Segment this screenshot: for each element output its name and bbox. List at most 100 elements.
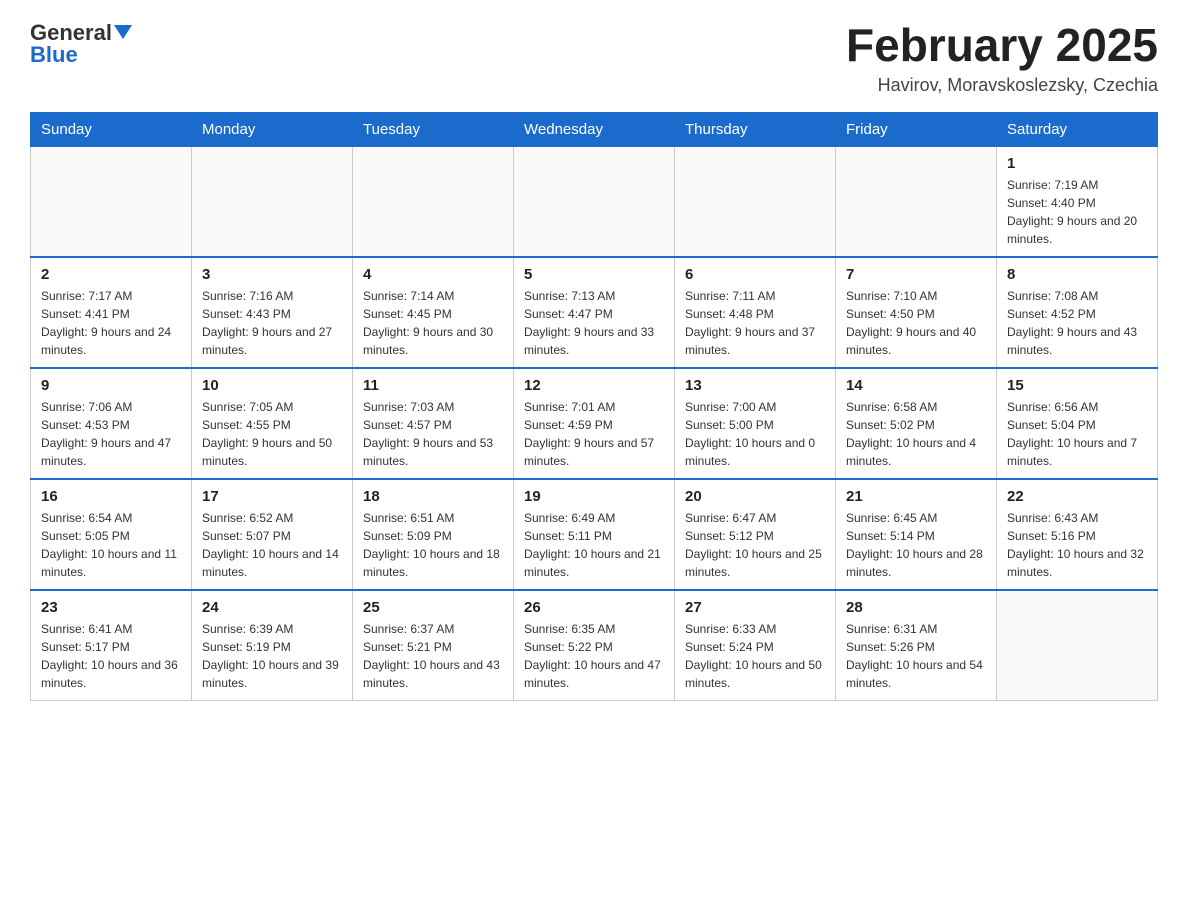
day-info-26: Sunrise: 6:35 AMSunset: 5:22 PMDaylight:… (524, 620, 664, 692)
calendar-cell-w2-d5: 6Sunrise: 7:11 AMSunset: 4:48 PMDaylight… (675, 257, 836, 368)
calendar-cell-w4-d3: 18Sunrise: 6:51 AMSunset: 5:09 PMDayligh… (353, 479, 514, 590)
day-info-21: Sunrise: 6:45 AMSunset: 5:14 PMDaylight:… (846, 509, 986, 581)
calendar-cell-w4-d1: 16 Sunrise: 6:54 AMSunset: 5:05 PMDayligh… (31, 479, 192, 590)
calendar-cell-w1-d5 (675, 146, 836, 257)
calendar-cell-w2-d7: 8 Sunrise: 7:08 AMSunset: 4:52 PMDaylight… (997, 257, 1158, 368)
day-number-28: 28 (846, 599, 986, 616)
weekday-header-monday: Monday (192, 112, 353, 146)
week-row-4: 16 Sunrise: 6:54 AMSunset: 5:05 PMDayligh… (31, 479, 1158, 590)
calendar-cell-w1-d1 (31, 146, 192, 257)
calendar-cell-w1-d7: 1 Sunrise: 7:19 AMSunset: 4:40 PMDaylight… (997, 146, 1158, 257)
calendar-cell-w2-d2: 3 Sunrise: 7:16 AMSunset: 4:43 PMDaylight… (192, 257, 353, 368)
calendar-cell-w5-d5: 27 Sunrise: 6:33 AMSunset: 5:24 PMDayligh… (675, 590, 836, 701)
day-info-22: Sunrise: 6:43 AMSunset: 5:16 PMDaylight:… (1007, 509, 1147, 581)
day-number-20: 20 (685, 488, 825, 505)
day-number-2: 2 (41, 266, 181, 283)
day-info-17: Sunrise: 6:52 AMSunset: 5:07 PMDaylight:… (202, 509, 342, 581)
calendar-cell-w2-d4: 5 Sunrise: 7:13 AMSunset: 4:47 PMDaylight… (514, 257, 675, 368)
day-info-18: Sunrise: 6:51 AMSunset: 5:09 PMDaylight:… (363, 509, 503, 581)
day-info-14: Sunrise: 6:58 AMSunset: 5:02 PMDaylight:… (846, 398, 986, 470)
calendar-cell-w2-d3: 4 Sunrise: 7:14 AMSunset: 4:45 PMDaylight… (353, 257, 514, 368)
day-number-1: 1 (1007, 155, 1147, 172)
calendar-cell-w4-d2: 17 Sunrise: 6:52 AMSunset: 5:07 PMDayligh… (192, 479, 353, 590)
day-number-17: 17 (202, 488, 342, 505)
day-info-11: Sunrise: 7:03 AMSunset: 4:57 PMDaylight:… (363, 398, 503, 470)
day-info-2: Sunrise: 7:17 AMSunset: 4:41 PMDaylight:… (41, 287, 181, 359)
calendar-cell-w4-d4: 19Sunrise: 6:49 AMSunset: 5:11 PMDayligh… (514, 479, 675, 590)
week-row-1: 1 Sunrise: 7:19 AMSunset: 4:40 PMDaylight… (31, 146, 1158, 257)
calendar-cell-w3-d2: 10 Sunrise: 7:05 AMSunset: 4:55 PMDayligh… (192, 368, 353, 479)
calendar-cell-w5-d7 (997, 590, 1158, 701)
day-number-26: 26 (524, 599, 664, 616)
weekday-header-saturday: Saturday (997, 112, 1158, 146)
month-title: February 2025 (846, 20, 1158, 71)
day-info-25: Sunrise: 6:37 AMSunset: 5:21 PMDaylight:… (363, 620, 503, 692)
weekday-header-friday: Friday (836, 112, 997, 146)
day-info-12: Sunrise: 7:01 AMSunset: 4:59 PMDaylight:… (524, 398, 664, 470)
day-info-23: Sunrise: 6:41 AMSunset: 5:17 PMDaylight:… (41, 620, 181, 692)
logo-blue-text: Blue (30, 42, 78, 68)
calendar-cell-w1-d3 (353, 146, 514, 257)
logo: General Blue (30, 20, 132, 68)
day-number-4: 4 (363, 266, 503, 283)
day-info-13: Sunrise: 7:00 AMSunset: 5:00 PMDaylight:… (685, 398, 825, 470)
calendar-cell-w3-d1: 9Sunrise: 7:06 AMSunset: 4:53 PMDaylight… (31, 368, 192, 479)
day-number-15: 15 (1007, 377, 1147, 394)
calendar-cell-w5-d1: 23Sunrise: 6:41 AMSunset: 5:17 PMDayligh… (31, 590, 192, 701)
calendar-table: SundayMondayTuesdayWednesdayThursdayFrid… (30, 112, 1158, 701)
calendar-cell-w1-d2 (192, 146, 353, 257)
calendar-cell-w2-d1: 2 Sunrise: 7:17 AMSunset: 4:41 PMDaylight… (31, 257, 192, 368)
page-header: General Blue February 2025 Havirov, Mora… (30, 20, 1158, 96)
location-text: Havirov, Moravskoslezsky, Czechia (846, 75, 1158, 96)
day-info-24: Sunrise: 6:39 AMSunset: 5:19 PMDaylight:… (202, 620, 342, 692)
day-info-4: Sunrise: 7:14 AMSunset: 4:45 PMDaylight:… (363, 287, 503, 359)
day-number-13: 13 (685, 377, 825, 394)
day-info-10: Sunrise: 7:05 AMSunset: 4:55 PMDaylight:… (202, 398, 342, 470)
day-number-10: 10 (202, 377, 342, 394)
day-number-14: 14 (846, 377, 986, 394)
calendar-cell-w5-d3: 25 Sunrise: 6:37 AMSunset: 5:21 PMDayligh… (353, 590, 514, 701)
day-info-3: Sunrise: 7:16 AMSunset: 4:43 PMDaylight:… (202, 287, 342, 359)
calendar-cell-w3-d3: 11 Sunrise: 7:03 AMSunset: 4:57 PMDayligh… (353, 368, 514, 479)
weekday-header-wednesday: Wednesday (514, 112, 675, 146)
week-row-2: 2 Sunrise: 7:17 AMSunset: 4:41 PMDaylight… (31, 257, 1158, 368)
weekday-header-tuesday: Tuesday (353, 112, 514, 146)
calendar-cell-w3-d4: 12Sunrise: 7:01 AMSunset: 4:59 PMDayligh… (514, 368, 675, 479)
calendar-cell-w4-d6: 21Sunrise: 6:45 AMSunset: 5:14 PMDayligh… (836, 479, 997, 590)
day-info-28: Sunrise: 6:31 AMSunset: 5:26 PMDaylight:… (846, 620, 986, 692)
day-number-22: 22 (1007, 488, 1147, 505)
calendar-cell-w1-d4 (514, 146, 675, 257)
calendar-cell-w3-d7: 15Sunrise: 6:56 AMSunset: 5:04 PMDayligh… (997, 368, 1158, 479)
day-number-6: 6 (685, 266, 825, 283)
weekday-header-sunday: Sunday (31, 112, 192, 146)
day-info-9: Sunrise: 7:06 AMSunset: 4:53 PMDaylight:… (41, 398, 181, 470)
day-info-19: Sunrise: 6:49 AMSunset: 5:11 PMDaylight:… (524, 509, 664, 581)
calendar-cell-w5-d2: 24 Sunrise: 6:39 AMSunset: 5:19 PMDayligh… (192, 590, 353, 701)
day-number-16: 16 (41, 488, 181, 505)
day-info-1: Sunrise: 7:19 AMSunset: 4:40 PMDaylight:… (1007, 176, 1147, 248)
day-info-8: Sunrise: 7:08 AMSunset: 4:52 PMDaylight:… (1007, 287, 1147, 359)
calendar-cell-w4-d5: 20Sunrise: 6:47 AMSunset: 5:12 PMDayligh… (675, 479, 836, 590)
day-number-3: 3 (202, 266, 342, 283)
calendar-cell-w5-d4: 26 Sunrise: 6:35 AMSunset: 5:22 PMDayligh… (514, 590, 675, 701)
logo-triangle-icon (114, 25, 132, 39)
week-row-5: 23Sunrise: 6:41 AMSunset: 5:17 PMDayligh… (31, 590, 1158, 701)
title-area: February 2025 Havirov, Moravskoslezsky, … (846, 20, 1158, 96)
day-info-16: Sunrise: 6:54 AMSunset: 5:05 PMDaylight:… (41, 509, 181, 581)
day-number-11: 11 (363, 377, 503, 394)
weekday-header-thursday: Thursday (675, 112, 836, 146)
day-number-5: 5 (524, 266, 664, 283)
day-info-7: Sunrise: 7:10 AMSunset: 4:50 PMDaylight:… (846, 287, 986, 359)
calendar-cell-w2-d6: 7 Sunrise: 7:10 AMSunset: 4:50 PMDaylight… (836, 257, 997, 368)
day-number-7: 7 (846, 266, 986, 283)
day-number-25: 25 (363, 599, 503, 616)
calendar-cell-w5-d6: 28 Sunrise: 6:31 AMSunset: 5:26 PMDayligh… (836, 590, 997, 701)
day-info-27: Sunrise: 6:33 AMSunset: 5:24 PMDaylight:… (685, 620, 825, 692)
calendar-cell-w3-d6: 14 Sunrise: 6:58 AMSunset: 5:02 PMDayligh… (836, 368, 997, 479)
calendar-cell-w3-d5: 13 Sunrise: 7:00 AMSunset: 5:00 PMDayligh… (675, 368, 836, 479)
day-number-8: 8 (1007, 266, 1147, 283)
day-number-27: 27 (685, 599, 825, 616)
calendar-cell-w1-d6 (836, 146, 997, 257)
day-info-5: Sunrise: 7:13 AMSunset: 4:47 PMDaylight:… (524, 287, 664, 359)
day-number-24: 24 (202, 599, 342, 616)
